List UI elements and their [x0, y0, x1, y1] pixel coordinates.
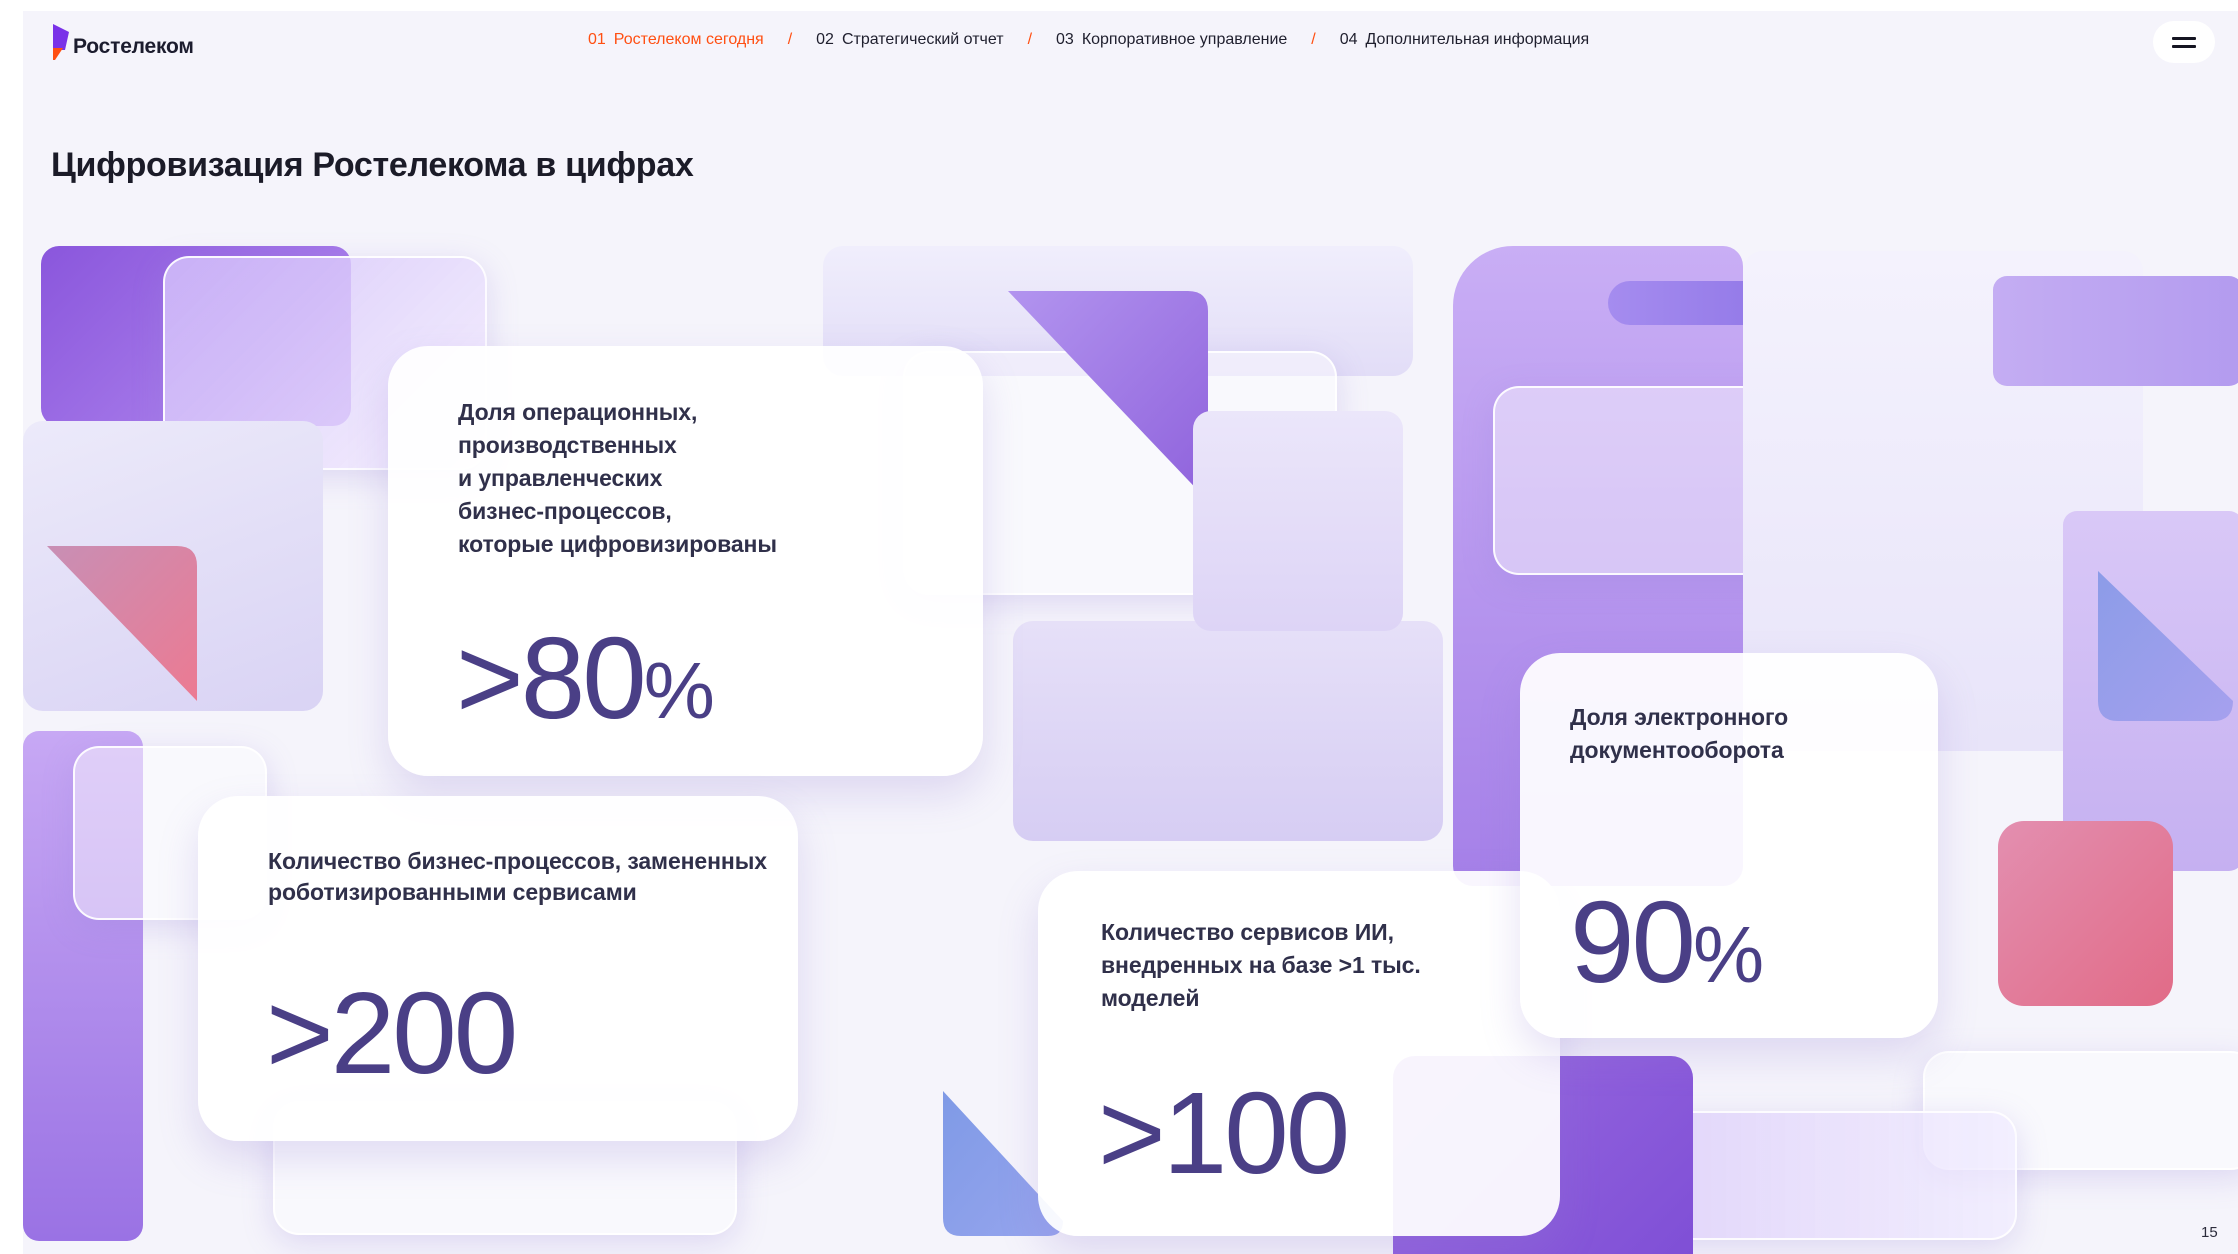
slide: Ростелеком 01 Ростелеком сегодня / 02 Ст… [23, 11, 2238, 1254]
hamburger-icon [2172, 36, 2196, 40]
nav-item-label: Дополнительная информация [1365, 31, 1590, 48]
nav-item-number: 04 [1339, 31, 1358, 48]
stat-card-value: >100 [1098, 1066, 1350, 1200]
nav-item-number: 02 [816, 31, 834, 48]
nav-item-label: Корпоративное управление [1081, 31, 1288, 48]
nav-item-number: 03 [1056, 31, 1074, 48]
stat-value-number: 90 [1570, 877, 1696, 1007]
page-number: 15 [2201, 1224, 2218, 1241]
stat-card-robotized-processes: Количество бизнес-процессов, замененных … [198, 796, 798, 1141]
stat-value-number: >100 [1098, 1068, 1350, 1198]
stat-card-label: Доля электронного документооборота [1570, 704, 1789, 763]
nav-item-label: Стратегический отчет [841, 31, 1004, 48]
hamburger-icon [2172, 44, 2196, 48]
nav-separator: / [1027, 31, 1033, 48]
nav-item-today[interactable]: 01 Ростелеком сегодня [588, 31, 764, 49]
menu-button[interactable] [2153, 21, 2215, 63]
stat-card-label: Количество сервисов ИИ, внедренных на ба… [1101, 919, 1421, 1011]
stat-card-ai-services: Количество сервисов ИИ, внедренных на ба… [1038, 871, 1560, 1236]
stat-card-label: Количество бизнес-процессов, замененных … [268, 848, 767, 905]
stat-card-value: >80% [456, 611, 715, 745]
stat-value-unit: % [1693, 910, 1765, 999]
logo-text: Ростелеком [73, 35, 194, 58]
stat-card-edo-share: Доля электронного документооборота 90% [1520, 653, 1938, 1038]
stat-value-number: >200 [266, 968, 518, 1098]
stat-value-unit: % [643, 646, 715, 735]
stat-card-value: >200 [266, 966, 518, 1100]
stat-card-value: 90% [1570, 875, 1764, 1009]
nav-item-additional-info[interactable]: 04 Дополнительная информация [1340, 31, 1589, 49]
nav-separator: / [787, 31, 793, 48]
stat-card-label: Доля операционных, производственных и уп… [458, 399, 777, 557]
stat-value-number: >80 [456, 613, 647, 743]
logo-mark-icon [49, 24, 71, 60]
nav-separator: / [1311, 31, 1316, 48]
nav-item-label: Ростелеком сегодня [613, 31, 764, 48]
main-nav: 01 Ростелеком сегодня / 02 Стратегически… [588, 31, 1589, 49]
nav-item-number: 01 [588, 31, 606, 48]
nav-item-corporate-governance[interactable]: 03 Корпоративное управление [1056, 31, 1287, 49]
rostelecom-logo[interactable]: Ростелеком [49, 23, 194, 60]
nav-item-strategic-report[interactable]: 02 Стратегический отчет [816, 31, 1003, 49]
page-title: Цифровизация Ростелекома в цифрах [51, 146, 694, 184]
stat-card-digitized-processes: Доля операционных, производственных и уп… [388, 346, 983, 776]
